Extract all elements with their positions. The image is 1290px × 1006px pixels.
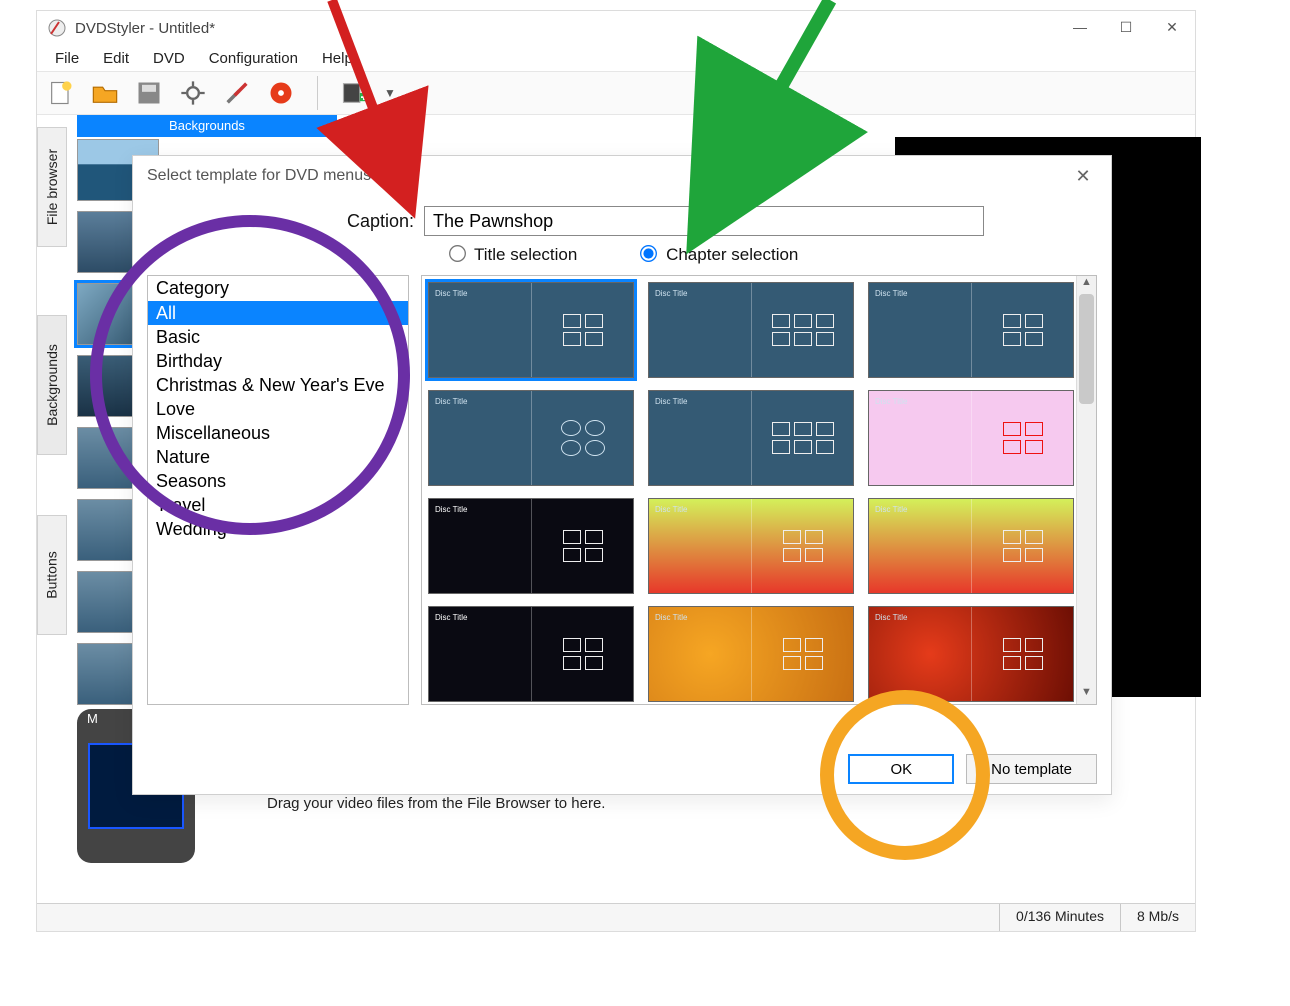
menu-dvd[interactable]: DVD — [143, 48, 195, 69]
tab-backgrounds[interactable]: Backgrounds — [37, 315, 67, 455]
tab-buttons[interactable]: Buttons — [37, 515, 67, 635]
tools-icon[interactable] — [223, 79, 251, 107]
toolbar: ▼ — [37, 71, 1195, 115]
no-template-button[interactable]: No template — [966, 754, 1097, 784]
burn-disc-icon[interactable] — [267, 79, 295, 107]
app-icon — [47, 18, 67, 38]
template-card[interactable]: Disc Title — [648, 282, 854, 378]
template-dialog: Select template for DVD menus ✕ Caption:… — [132, 155, 1112, 795]
settings-icon[interactable] — [179, 79, 207, 107]
category-item-seasons[interactable]: Seasons — [148, 469, 408, 493]
template-card[interactable]: Disc Title — [868, 282, 1074, 378]
radio-title-selection-input[interactable] — [449, 245, 466, 262]
dialog-title: Select template for DVD menus — [147, 167, 371, 185]
ok-button[interactable]: OK — [848, 754, 954, 784]
new-project-icon[interactable] — [47, 79, 75, 107]
window-close-button[interactable]: ✕ — [1149, 11, 1195, 43]
template-card[interactable]: Disc Title — [648, 606, 854, 702]
caption-input[interactable] — [424, 206, 984, 236]
radio-chapter-selection-input[interactable] — [640, 245, 657, 262]
drag-hint-label: Drag your video files from the File Brow… — [267, 795, 605, 812]
template-grid: Disc TitleDisc TitleDisc TitleDisc Title… — [421, 275, 1097, 705]
menu-help[interactable]: Help — [312, 48, 363, 69]
chevron-up-icon[interactable]: ▲ — [1077, 276, 1096, 294]
dialog-close-button[interactable]: ✕ — [1063, 162, 1103, 190]
template-card[interactable]: Disc Title — [428, 282, 634, 378]
radio-title-selection[interactable]: Title selection — [446, 244, 578, 265]
dialog-title-bar: Select template for DVD menus ✕ — [133, 156, 1111, 196]
template-card[interactable]: Disc Title — [648, 498, 854, 594]
save-project-icon[interactable] — [135, 79, 163, 107]
status-minutes: 0/136 Minutes — [999, 904, 1120, 931]
selection-mode-radios: Title selection Chapter selection — [147, 244, 1097, 265]
category-item-travel[interactable]: Travel — [148, 493, 408, 517]
template-card[interactable]: Disc Title — [868, 390, 1074, 486]
window-maximize-button[interactable]: ☐ — [1103, 11, 1149, 43]
title-bar: DVDStyler - Untitled* — ☐ ✕ — [37, 11, 1195, 45]
menu-edit[interactable]: Edit — [93, 48, 139, 69]
backgrounds-panel-header: Backgrounds — [77, 115, 337, 137]
template-card[interactable]: Disc Title — [428, 390, 634, 486]
template-card[interactable]: Disc Title — [648, 390, 854, 486]
category-item-nature[interactable]: Nature — [148, 445, 408, 469]
category-item-miscellaneous[interactable]: Miscellaneous — [148, 421, 408, 445]
status-bitrate: 8 Mb/s — [1120, 904, 1195, 931]
template-card[interactable]: Disc Title — [868, 606, 1074, 702]
tab-file-browser[interactable]: File browser — [37, 127, 67, 247]
category-item-birthday[interactable]: Birthday — [148, 349, 408, 373]
category-item-wedding[interactable]: Wedding — [148, 517, 408, 541]
menu-bar: File Edit DVD Configuration Help — [37, 45, 1195, 71]
menu-configuration[interactable]: Configuration — [199, 48, 308, 69]
radio-chapter-selection[interactable]: Chapter selection — [637, 244, 798, 265]
template-card[interactable]: Disc Title — [868, 498, 1074, 594]
category-item-love[interactable]: Love — [148, 397, 408, 421]
menu-file[interactable]: File — [45, 48, 89, 69]
category-header: Category — [148, 276, 408, 301]
add-clip-icon[interactable] — [340, 79, 368, 107]
window-minimize-button[interactable]: — — [1057, 11, 1103, 43]
category-item-basic[interactable]: Basic — [148, 325, 408, 349]
status-bar: 0/136 Minutes 8 Mb/s — [37, 903, 1195, 931]
caption-label: Caption: — [347, 211, 414, 232]
open-project-icon[interactable] — [91, 79, 119, 107]
template-card[interactable]: Disc Title — [428, 498, 634, 594]
category-item-all[interactable]: All — [148, 301, 408, 325]
template-card[interactable]: Disc Title — [428, 606, 634, 702]
category-panel: Category AllBasicBirthdayChristmas & New… — [147, 275, 409, 705]
template-scrollbar[interactable]: ▲ ▼ — [1076, 276, 1096, 704]
chevron-down-icon[interactable]: ▼ — [384, 86, 396, 100]
scroll-thumb[interactable] — [1079, 294, 1094, 404]
app-title: DVDStyler - Untitled* — [75, 20, 215, 37]
category-item-christmas-new-year-s-eve[interactable]: Christmas & New Year's Eve — [148, 373, 408, 397]
chevron-down-icon[interactable]: ▼ — [1077, 686, 1096, 704]
